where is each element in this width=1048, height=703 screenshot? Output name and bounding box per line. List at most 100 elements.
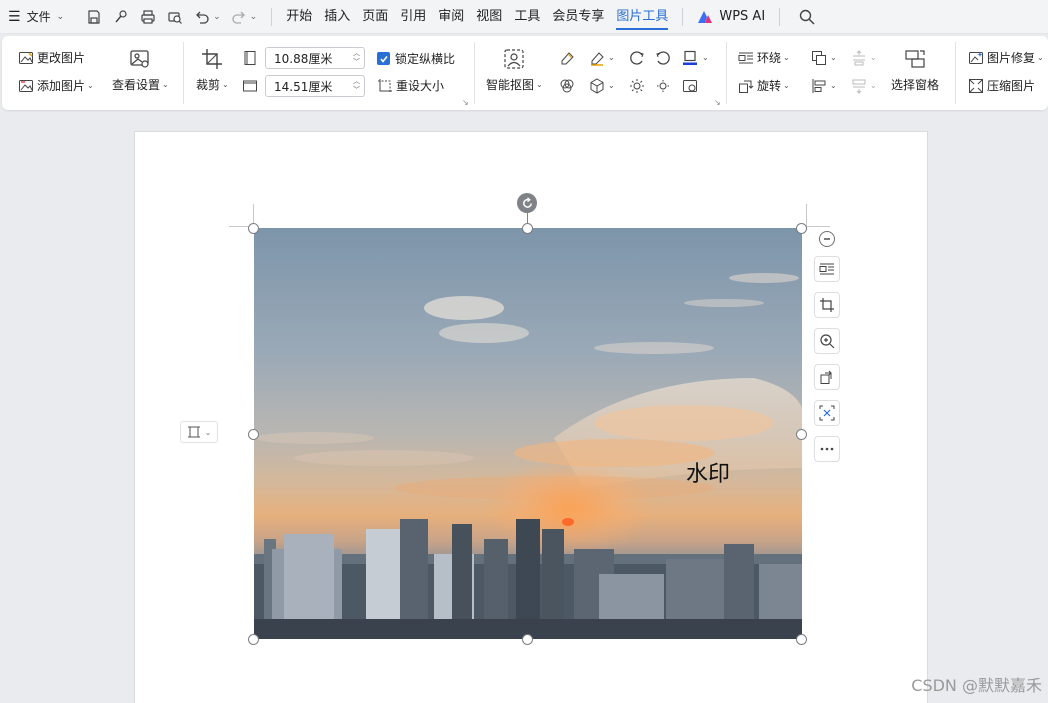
selection-pane-button[interactable]: 选择窗格	[891, 48, 939, 93]
file-menu-button[interactable]: ☰ 文件 ⌄	[2, 5, 70, 29]
chevron-down-icon[interactable]: ⌄	[608, 81, 615, 90]
resize-handle-left[interactable]	[248, 429, 259, 440]
smart-cutout-icon[interactable]	[814, 400, 840, 426]
tab-reference[interactable]: 引用	[394, 0, 432, 34]
compress-image-label: 压缩图片	[987, 79, 1036, 93]
group-icon[interactable]	[810, 49, 828, 67]
image-effect-icon[interactable]	[681, 77, 699, 95]
resize-handle-bottom-right[interactable]	[796, 634, 807, 645]
chevron-down-icon[interactable]: ⌄	[608, 53, 615, 62]
divider	[726, 42, 727, 104]
crop-button[interactable]: 裁剪 ⌄	[196, 48, 229, 93]
search-icon[interactable]	[796, 6, 818, 28]
print-preview-icon[interactable]	[163, 5, 187, 29]
resize-handle-bottom[interactable]	[522, 634, 533, 645]
chevron-down-icon: ⌄	[204, 427, 212, 437]
dialog-launcher-icon[interactable]: ↘	[462, 98, 469, 107]
view-settings-button[interactable]: 查看设置 ⌄	[112, 48, 169, 93]
selection-pane-label: 选择窗格	[891, 78, 940, 92]
chevron-down-icon: ⌄	[536, 80, 543, 89]
send-backward-icon[interactable]	[850, 77, 868, 95]
resize-handle-top-left[interactable]	[248, 223, 259, 234]
file-menu-label: 文件	[26, 10, 51, 24]
chevron-down-icon[interactable]: ⌄	[702, 53, 709, 62]
change-image-button[interactable]: 更改图片	[18, 49, 85, 66]
chevron-down-icon: ⌄	[87, 81, 94, 90]
city-skyline-graphic	[254, 519, 802, 639]
chevron-down-icon: ⌄	[783, 53, 790, 62]
rotate-handle[interactable]	[517, 193, 537, 213]
chevron-down-icon[interactable]: ⌄	[250, 12, 258, 22]
compress-image-button[interactable]: 压缩图片	[968, 77, 1035, 94]
3d-effect-icon[interactable]	[588, 77, 606, 95]
chevron-down-icon[interactable]: ⌄	[830, 53, 837, 62]
crop-icon[interactable]	[814, 292, 840, 318]
tab-picture-tools[interactable]: 图片工具	[610, 0, 674, 34]
collapse-icon[interactable]	[819, 231, 835, 247]
resize-handle-bottom-left[interactable]	[248, 634, 259, 645]
sunset-city-photo[interactable]	[254, 228, 802, 639]
layout-options-button[interactable]: ⌄	[180, 421, 218, 443]
watermark-text[interactable]: 水印	[686, 456, 730, 488]
wps-ai-label: WPS AI	[719, 9, 766, 24]
color-mode-icon[interactable]	[558, 77, 576, 95]
tab-view[interactable]: 视图	[470, 0, 508, 34]
rotate-button[interactable]: 旋转 ⌄	[738, 77, 790, 94]
wps-ai-button[interactable]: WPS AI	[691, 9, 771, 24]
sun-dim-icon[interactable]	[654, 77, 672, 95]
height-input[interactable]: 14.51厘米 ︿ ﹀	[265, 75, 365, 97]
zoom-in-icon[interactable]	[814, 328, 840, 354]
align-icon[interactable]	[810, 77, 828, 95]
divider	[955, 42, 956, 104]
lock-ratio-checkbox[interactable]: 锁定纵横比	[377, 50, 455, 67]
print-icon[interactable]	[136, 5, 160, 29]
resize-handle-top[interactable]	[522, 223, 533, 234]
dialog-launcher-icon[interactable]: ↘	[714, 98, 721, 107]
resize-handle-top-right[interactable]	[796, 223, 807, 234]
brightness-icon[interactable]	[628, 49, 646, 67]
width-input[interactable]: 10.88厘米 ︿ ﹀	[265, 47, 365, 69]
redo-icon[interactable]	[227, 5, 251, 29]
crop-icon	[202, 49, 223, 69]
image-repair-icon	[969, 51, 983, 64]
eraser-icon[interactable]	[558, 49, 576, 67]
tab-member[interactable]: 会员专享	[546, 0, 610, 34]
rotate-image-icon[interactable]	[814, 364, 840, 390]
ribbon-tabs: 开始 插入 页面 引用 审阅 视图 工具 会员专享 图片工具	[280, 0, 674, 34]
tab-tools[interactable]: 工具	[508, 0, 546, 34]
smart-cutout-icon	[504, 49, 524, 69]
image-repair-button[interactable]: 图片修复 ⌄	[968, 49, 1044, 66]
tab-page[interactable]: 页面	[356, 0, 394, 34]
chevron-down-icon[interactable]: ⌄	[213, 12, 221, 22]
format-painter-icon[interactable]	[109, 5, 133, 29]
add-image-button[interactable]: 添加图片 ⌄	[18, 77, 94, 94]
wrap-text-button[interactable]: 环绕 ⌄	[738, 49, 790, 66]
more-options-icon[interactable]	[814, 436, 840, 462]
sun-bright-icon[interactable]	[628, 77, 646, 95]
image-repair-label: 图片修复	[987, 51, 1036, 65]
wps-ai-logo-icon	[698, 10, 713, 23]
save-icon[interactable]	[82, 5, 106, 29]
divider	[271, 7, 273, 26]
width-value: 10.88厘米	[274, 51, 333, 66]
wrap-text-icon[interactable]	[814, 256, 840, 282]
smart-cutout-button[interactable]: 智能抠图 ⌄	[486, 48, 543, 93]
color-fill-icon[interactable]	[588, 49, 606, 67]
reset-size-button[interactable]: 重设大小	[377, 77, 444, 94]
reset-size-icon	[378, 78, 392, 93]
rotate-icon	[522, 196, 532, 208]
height-stepper[interactable]: ︿ ﹀	[353, 77, 360, 95]
resize-handle-right[interactable]	[796, 429, 807, 440]
width-stepper[interactable]: ︿ ﹀	[353, 49, 360, 67]
bring-forward-icon[interactable]	[850, 49, 868, 67]
add-image-label: 添加图片	[37, 79, 86, 93]
undo-icon[interactable]	[190, 5, 214, 29]
contrast-icon[interactable]	[654, 49, 672, 67]
tab-insert[interactable]: 插入	[318, 0, 356, 34]
divider	[779, 7, 781, 26]
border-color-icon[interactable]	[681, 49, 699, 67]
chevron-down-icon[interactable]: ⌄	[830, 81, 837, 90]
tab-review[interactable]: 审阅	[432, 0, 470, 34]
change-image-icon	[19, 51, 33, 64]
tab-home[interactable]: 开始	[280, 0, 318, 34]
